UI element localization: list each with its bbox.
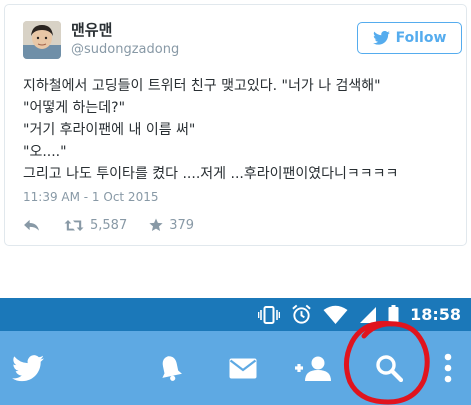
tweet-timestamp[interactable]: 11:39 AM - 1 Oct 2015 [23, 190, 158, 204]
status-bar: 18:58 [0, 298, 471, 331]
nav-messages-button[interactable] [222, 331, 264, 405]
battery-icon [388, 304, 399, 324]
status-clock: 18:58 [410, 305, 461, 324]
search-icon [376, 355, 403, 382]
retweet-button[interactable]: 5,587 [64, 218, 127, 233]
reply-icon [24, 219, 39, 231]
reply-button[interactable] [23, 219, 40, 232]
nav-notifications-button[interactable] [150, 331, 190, 405]
like-button[interactable]: 379 [149, 218, 194, 233]
tweet-text-line: "어떻게 하는데?" [23, 100, 126, 116]
retweet-count: 5,587 [90, 217, 128, 233]
tweet-text-line: 지하철에서 고딩들이 트위터 친구 맺고있다. "너가 나 검색해" [23, 78, 381, 94]
signal-icon [360, 306, 377, 323]
alarm-icon [292, 304, 311, 324]
add-user-icon [295, 356, 331, 381]
tweet-card: 맨유맨 @sudongzadong Follow 지하철에서 고딩들이 트위터 … [4, 4, 467, 246]
bottom-nav-bar [0, 331, 471, 405]
tweet-actions: 5,587 379 [23, 216, 194, 234]
wifi-icon [323, 305, 348, 324]
status-icons: 18:58 [258, 298, 461, 331]
nav-more-button[interactable] [436, 331, 460, 405]
messages-envelope-icon [229, 358, 257, 378]
twitter-logo-icon [12, 354, 44, 381]
tweet-text-line: 그리고 나도 투이타를 켰다 ....저게 ...후라이팬이였다니ㅋㅋㅋㅋ [23, 166, 399, 182]
avatar-photo-icon [23, 21, 61, 59]
avatar[interactable] [23, 21, 61, 59]
display-name[interactable]: 맨유맨 [71, 19, 112, 40]
user-handle[interactable]: @sudongzadong [71, 42, 179, 57]
notifications-bell-icon [161, 356, 182, 381]
twitter-bird-icon [372, 31, 390, 45]
more-vertical-icon [444, 353, 452, 383]
nav-home-button[interactable] [6, 331, 50, 405]
tweet-text-line: "거기 후라이팬에 내 이름 써" [23, 122, 196, 138]
follow-button[interactable]: Follow [357, 22, 462, 54]
star-icon [149, 218, 163, 231]
vibrate-icon [258, 305, 281, 324]
follow-label: Follow [395, 30, 447, 46]
retweet-icon [64, 219, 84, 231]
nav-add-user-button[interactable] [290, 331, 336, 405]
tweet-text-line: "오...." [23, 144, 67, 160]
tweet-text: 지하철에서 고딩들이 트위터 친구 맺고있다. "너가 나 검색해" "어떻게 … [23, 75, 463, 185]
nav-search-button[interactable] [368, 331, 410, 405]
like-count: 379 [169, 217, 195, 233]
